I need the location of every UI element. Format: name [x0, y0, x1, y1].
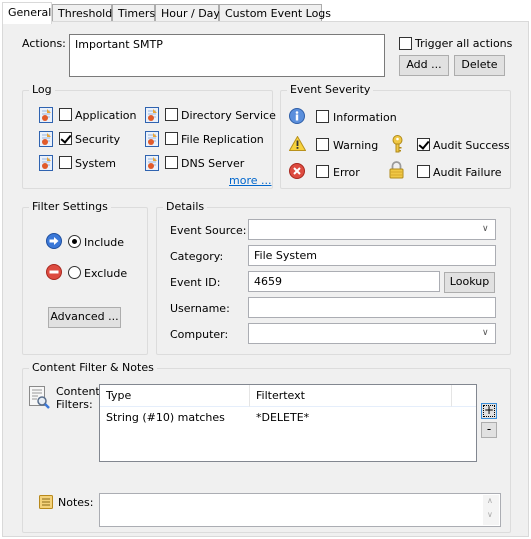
event-log-icon [145, 107, 159, 123]
column-header-type[interactable]: Type [100, 385, 250, 407]
exclude-radio[interactable] [68, 266, 81, 279]
general-panel: Actions: Important SMTP Trigger all acti… [2, 21, 529, 537]
include-label: Include [84, 236, 125, 249]
filter-settings-group: Filter Settings [22, 200, 148, 355]
lookup-button[interactable]: Lookup [444, 272, 495, 293]
trigger-all-label: Trigger all actions [415, 37, 513, 50]
category-label: Category: [170, 250, 224, 263]
severity-warning-checkbox[interactable] [316, 138, 329, 151]
event-id-input[interactable]: 4659 [248, 271, 440, 292]
severity-information-label: Information [333, 111, 397, 124]
scroll-down-icon[interactable]: ∨ [487, 510, 493, 519]
row-type-cell: String (#10) matches [106, 411, 225, 424]
notes-icon [39, 495, 53, 509]
log-dns-server-checkbox[interactable] [165, 156, 178, 169]
event-log-icon [39, 155, 53, 171]
actions-label: Actions: [22, 37, 66, 50]
more-logs-link[interactable]: more ... [229, 174, 271, 187]
add-filter-button[interactable]: + [481, 403, 497, 419]
log-file-replication-label: File Replication [181, 133, 264, 146]
actions-list[interactable]: Important SMTP [69, 34, 385, 77]
log-system-checkbox[interactable] [59, 156, 72, 169]
severity-audit-failure-label: Audit Failure [433, 166, 502, 179]
scroll-up-icon[interactable]: ∧ [487, 496, 493, 505]
event-source-dropdown[interactable]: ∨ [248, 219, 496, 240]
log-directory-service-label: Directory Service [181, 109, 276, 122]
log-file-replication-checkbox[interactable] [165, 132, 178, 145]
log-system-label: System [75, 157, 117, 170]
log-security-label: Security [75, 133, 121, 146]
include-radio[interactable] [68, 235, 81, 248]
log-application-label: Application [75, 109, 137, 122]
warning-icon [289, 136, 306, 151]
details-title: Details [163, 200, 208, 213]
content-filters-label-line1: Content [56, 385, 100, 398]
lock-icon [389, 161, 404, 179]
event-log-icon [39, 107, 53, 123]
chevron-down-icon: ∨ [482, 224, 489, 234]
username-input[interactable] [248, 297, 496, 318]
log-dns-server-label: DNS Server [181, 157, 245, 170]
event-source-label: Event Source: [170, 224, 247, 237]
document-search-icon [29, 386, 50, 409]
username-label: Username: [170, 302, 230, 315]
exclude-minus-icon [46, 264, 62, 280]
error-icon [289, 163, 305, 179]
column-header-filtertext[interactable]: Filtertext [250, 385, 452, 407]
content-filters-table: Type Filtertext String (#10) matches *DE… [99, 384, 477, 462]
event-id-label: Event ID: [170, 276, 221, 289]
tab-general[interactable]: General [2, 2, 52, 24]
filter-settings-title: Filter Settings [29, 200, 111, 213]
column-header-filler [452, 385, 476, 407]
info-icon [289, 108, 305, 124]
severity-audit-success-checkbox[interactable] [417, 138, 430, 151]
computer-dropdown[interactable]: ∨ [248, 323, 496, 344]
advanced-button[interactable]: Advanced ... [48, 307, 121, 328]
include-arrow-icon [46, 233, 62, 249]
remove-filter-button[interactable]: - [481, 422, 497, 438]
delete-action-button[interactable]: Delete [454, 55, 505, 76]
notes-label: Notes: [58, 496, 94, 509]
severity-error-label: Error [333, 166, 360, 179]
content-filters-label-line2: Filters: [56, 398, 93, 411]
category-input[interactable]: File System [248, 245, 496, 266]
log-security-checkbox[interactable] [59, 132, 72, 145]
severity-information-checkbox[interactable] [316, 110, 329, 123]
event-log-icon [145, 131, 159, 147]
notes-textarea[interactable]: ∧ ∨ [99, 493, 501, 527]
table-row[interactable]: String (#10) matches *DELETE* [100, 408, 476, 426]
log-directory-service-checkbox[interactable] [165, 108, 178, 121]
event-severity-title: Event Severity [287, 83, 374, 96]
severity-error-checkbox[interactable] [316, 165, 329, 178]
event-log-icon [39, 131, 53, 147]
severity-warning-label: Warning [333, 139, 379, 152]
notes-scrollbar[interactable]: ∧ ∨ [483, 495, 499, 525]
add-action-button[interactable]: Add ... [399, 55, 449, 76]
row-filtertext-cell: *DELETE* [256, 411, 310, 424]
exclude-label: Exclude [84, 267, 128, 280]
log-application-checkbox[interactable] [59, 108, 72, 121]
content-filter-notes-title: Content Filter & Notes [29, 361, 157, 374]
event-log-icon [145, 155, 159, 171]
key-icon [392, 135, 403, 153]
severity-audit-success-label: Audit Success [433, 139, 510, 152]
chevron-down-icon: ∨ [482, 328, 489, 338]
computer-label: Computer: [170, 328, 229, 341]
severity-audit-failure-checkbox[interactable] [417, 165, 430, 178]
log-group-title: Log [29, 83, 55, 96]
trigger-all-checkbox[interactable] [399, 37, 412, 50]
